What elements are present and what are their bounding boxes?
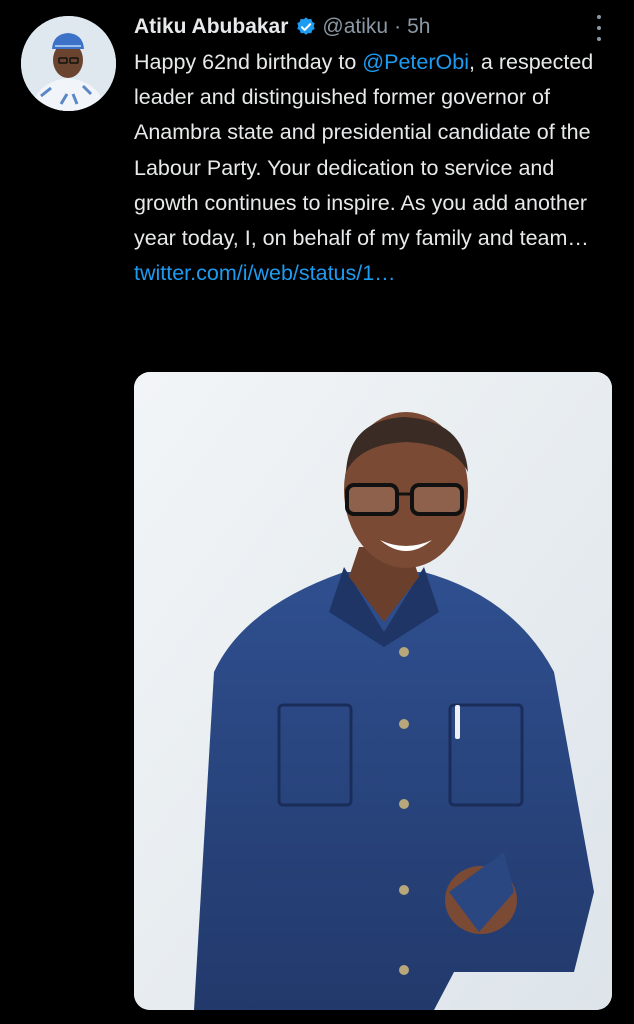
mention-link[interactable]: @PeterObi (362, 50, 469, 74)
avatar-image (21, 16, 116, 111)
separator-dot: · (394, 15, 402, 38)
tweet-text: Happy 62nd birthday to @PeterObi, a resp… (134, 45, 604, 291)
truncated-status-link[interactable]: twitter.com/i/web/status/1… (134, 261, 396, 285)
more-options-icon[interactable] (588, 14, 610, 42)
tweet-text-body: , a respected leader and distinguished f… (134, 50, 594, 251)
verified-badge-icon (297, 17, 316, 35)
author-name[interactable]: Atiku Abubakar (134, 15, 288, 39)
tweet-media-photo[interactable] (134, 372, 612, 1010)
timestamp[interactable]: 5h (407, 15, 430, 39)
photo-portrait (134, 372, 612, 1010)
tweet-header: Atiku Abubakar @atiku · 5h (134, 12, 430, 42)
tweet-text-start: Happy 62nd birthday to (134, 50, 363, 74)
author-handle[interactable]: @atiku (322, 15, 388, 39)
avatar[interactable] (21, 16, 116, 111)
